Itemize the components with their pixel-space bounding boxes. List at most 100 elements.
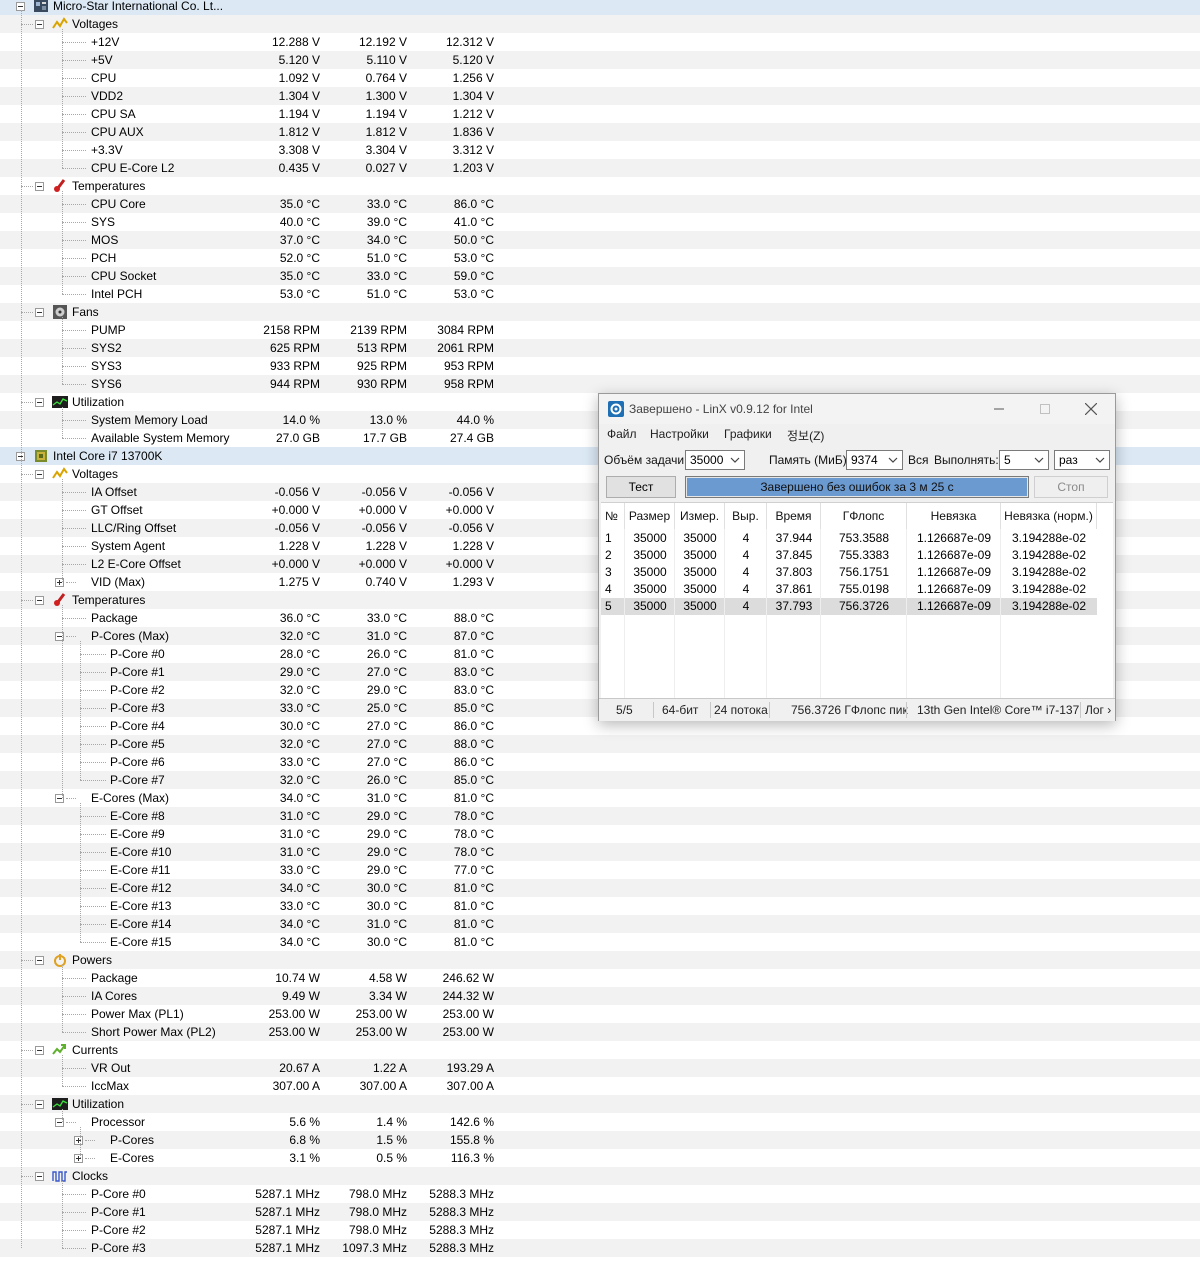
sensor-row[interactable]: E-Core #13 33.0 °C 30.0 °C 81.0 °C (0, 897, 1200, 915)
sensor-row[interactable]: P-Cores 6.8 % 1.5 % 155.8 % (0, 1131, 1200, 1149)
sensor-row[interactable]: P-Core #7 32.0 °C 26.0 °C 85.0 °C (0, 771, 1200, 789)
sensor-row[interactable]: E-Core #10 31.0 °C 29.0 °C 78.0 °C (0, 843, 1200, 861)
sensor-row[interactable]: PCH 52.0 °C 51.0 °C 53.0 °C (0, 249, 1200, 267)
sensor-row[interactable]: CPU AUX 1.812 V 1.812 V 1.836 V (0, 123, 1200, 141)
test-button[interactable]: Тест (606, 476, 676, 498)
collapse-toggle[interactable] (35, 20, 44, 29)
sensor-row[interactable]: P-Core #6 33.0 °C 27.0 °C 86.0 °C (0, 753, 1200, 771)
maximum-value: 5.120 V (452, 53, 494, 67)
sensor-row[interactable]: Short Power Max (PL2) 253.00 W 253.00 W 253… (0, 1023, 1200, 1041)
sensor-row[interactable]: +12V 12.288 V 12.192 V 12.312 V (0, 33, 1200, 51)
run-unit-combo[interactable]: раз (1054, 450, 1110, 470)
collapse-toggle[interactable] (35, 398, 44, 407)
result-row[interactable]: 1 35000 35000 4 37.944 753.3588 1.126687e-09 3.… (601, 530, 1097, 547)
menu-info[interactable]: 정보(Z) (787, 427, 824, 444)
collapse-toggle[interactable] (35, 1172, 44, 1181)
sensor-row[interactable]: P-Core #0 5287.1 MHz 798.0 MHz 5288.3 MHz (0, 1185, 1200, 1203)
sensor-row[interactable]: Processor 5.6 % 1.4 % 142.6 % (0, 1113, 1200, 1131)
sensor-row[interactable]: P-Core #1 5287.1 MHz 798.0 MHz 5288.3 MHz (0, 1203, 1200, 1221)
section-currents[interactable]: Currents (0, 1041, 1200, 1059)
section-fans[interactable]: Fans (0, 303, 1200, 321)
run-count-combo[interactable]: 5 (999, 450, 1049, 470)
expand-toggle[interactable] (74, 1154, 83, 1163)
column-header[interactable]: № (601, 503, 625, 529)
results-table[interactable]: № Размер Измер. Выр. Время ГФлопс Невязка Невяз… (601, 502, 1113, 699)
sensor-row[interactable]: CPU Socket 35.0 °C 33.0 °C 59.0 °C (0, 267, 1200, 285)
menu-file[interactable]: Файл (607, 427, 637, 441)
sensor-row[interactable]: CPU Core 35.0 °C 33.0 °C 86.0 °C (0, 195, 1200, 213)
sensor-row[interactable]: VR Out 20.67 A 1.22 A 193.29 A (0, 1059, 1200, 1077)
sensor-row[interactable]: Package 10.74 W 4.58 W 246.62 W (0, 969, 1200, 987)
sensor-row[interactable]: E-Core #11 33.0 °C 29.0 °C 77.0 °C (0, 861, 1200, 879)
collapse-toggle[interactable] (35, 1100, 44, 1109)
section-utilization[interactable]: Utilization (0, 1095, 1200, 1113)
collapse-toggle[interactable] (35, 956, 44, 965)
memory-combo[interactable]: 9374 (846, 450, 903, 470)
maximum-value: 193.29 A (446, 1061, 494, 1075)
sensor-row[interactable]: E-Cores (Max) 34.0 °C 31.0 °C 81.0 °C (0, 789, 1200, 807)
expand-toggle[interactable] (74, 1136, 83, 1145)
close-button[interactable] (1068, 394, 1114, 424)
sensor-row[interactable]: E-Core #8 31.0 °C 29.0 °C 78.0 °C (0, 807, 1200, 825)
sensor-row[interactable]: CPU 1.092 V 0.764 V 1.256 V (0, 69, 1200, 87)
maximize-button[interactable] (1022, 394, 1068, 424)
collapse-toggle[interactable] (35, 596, 44, 605)
all-memory-option[interactable]: Вся (908, 453, 929, 467)
sensor-label: Micro-Star International Co. Lt... (53, 0, 224, 13)
sensor-row[interactable]: +5V 5.120 V 5.110 V 5.120 V (0, 51, 1200, 69)
menu-settings[interactable]: Настройки (650, 427, 709, 441)
sensor-row[interactable]: VDD2 1.304 V 1.300 V 1.304 V (0, 87, 1200, 105)
sensor-label: Utilization (72, 1097, 125, 1111)
sensor-row[interactable]: +3.3V 3.308 V 3.304 V 3.312 V (0, 141, 1200, 159)
column-header[interactable]: Выр. (725, 503, 767, 529)
column-header[interactable]: Невязка (907, 503, 1001, 529)
result-row[interactable]: 3 35000 35000 4 37.803 756.1751 1.126687e-09 3.… (601, 564, 1097, 581)
result-row[interactable]: 2 35000 35000 4 37.845 755.3383 1.126687e-09 3.… (601, 547, 1097, 564)
column-header[interactable]: Время (767, 503, 821, 529)
sensor-row[interactable]: SYS 40.0 °C 39.0 °C 41.0 °C (0, 213, 1200, 231)
log-button[interactable]: Лог › (1085, 703, 1113, 717)
sensor-row[interactable]: IccMax 307.00 A 307.00 A 307.00 A (0, 1077, 1200, 1095)
title-bar[interactable]: Завершено - LinX v0.9.12 for Intel (599, 394, 1115, 424)
sensor-row[interactable]: MOS 37.0 °C 34.0 °C 50.0 °C (0, 231, 1200, 249)
column-header[interactable]: ГФлопс (821, 503, 907, 529)
sensor-row[interactable]: P-Core #5 32.0 °C 27.0 °C 88.0 °C (0, 735, 1200, 753)
section-temperatures[interactable]: Temperatures (0, 177, 1200, 195)
sensor-row[interactable]: PUMP 2158 RPM 2139 RPM 3084 RPM (0, 321, 1200, 339)
sensor-row[interactable]: Power Max (PL1) 253.00 W 253.00 W 253.00 W (0, 1005, 1200, 1023)
collapse-toggle[interactable] (35, 470, 44, 479)
sensor-row[interactable]: SYS6 944 RPM 930 RPM 958 RPM (0, 375, 1200, 393)
maximum-value: 59.0 °C (453, 269, 494, 283)
result-row[interactable]: 5 35000 35000 4 37.793 756.3726 1.126687e-09 3.… (601, 598, 1097, 615)
sensor-row[interactable]: P-Core #2 5287.1 MHz 798.0 MHz 5288.3 MHz (0, 1221, 1200, 1239)
section-clocks[interactable]: Clocks (0, 1167, 1200, 1185)
column-header[interactable]: Измер. (675, 503, 725, 529)
minimize-button[interactable] (976, 394, 1022, 424)
column-header[interactable]: Размер (625, 503, 675, 529)
sensor-row[interactable]: P-Core #3 5287.1 MHz 1097.3 MHz 5288.3 MHz (0, 1239, 1200, 1257)
sensor-row[interactable]: SYS2 625 RPM 513 RPM 2061 RPM (0, 339, 1200, 357)
sensor-row[interactable]: E-Core #14 34.0 °C 31.0 °C 81.0 °C (0, 915, 1200, 933)
collapse-toggle[interactable] (35, 1046, 44, 1055)
stop-button[interactable]: Стоп (1034, 476, 1108, 498)
sensor-row[interactable]: E-Core #12 34.0 °C 30.0 °C 81.0 °C (0, 879, 1200, 897)
device-micro-star-international-co-lt[interactable]: Micro-Star International Co. Lt... (0, 0, 1200, 15)
sensor-row[interactable]: E-Cores 3.1 % 0.5 % 116.3 % (0, 1149, 1200, 1167)
collapse-toggle[interactable] (35, 308, 44, 317)
section-voltages[interactable]: Voltages (0, 15, 1200, 33)
sensor-row[interactable]: E-Core #9 31.0 °C 29.0 °C 78.0 °C (0, 825, 1200, 843)
sensor-row[interactable]: SYS3 933 RPM 925 RPM 953 RPM (0, 357, 1200, 375)
section-powers[interactable]: Powers (0, 951, 1200, 969)
menu-graphs[interactable]: Графики (724, 427, 772, 441)
sensor-row[interactable]: IA Cores 9.49 W 3.34 W 244.32 W (0, 987, 1200, 1005)
sensor-row[interactable]: E-Core #15 34.0 °C 30.0 °C 81.0 °C (0, 933, 1200, 951)
collapse-toggle[interactable] (35, 182, 44, 191)
chevron-down-icon (1095, 457, 1105, 463)
linx-window[interactable]: Завершено - LinX v0.9.12 for Intel Файл … (598, 393, 1116, 721)
sensor-row[interactable]: Intel PCH 53.0 °C 51.0 °C 53.0 °C (0, 285, 1200, 303)
column-header[interactable]: Невязка (норм.) (1001, 503, 1097, 529)
sensor-row[interactable]: CPU SA 1.194 V 1.194 V 1.212 V (0, 105, 1200, 123)
problem-size-combo[interactable]: 35000 (685, 450, 745, 470)
sensor-row[interactable]: CPU E-Core L2 0.435 V 0.027 V 1.203 V (0, 159, 1200, 177)
result-row[interactable]: 4 35000 35000 4 37.861 755.0198 1.126687e-09 3.… (601, 581, 1097, 598)
